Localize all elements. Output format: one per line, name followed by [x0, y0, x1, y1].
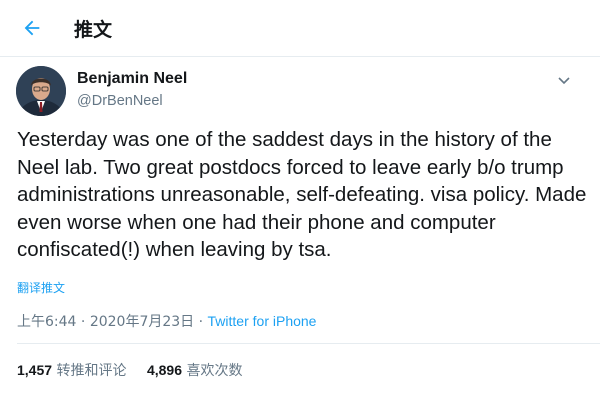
tweet-metadata: 上午6:44 · 2020年7月23日 · Twitter for iPhone	[17, 311, 316, 331]
meta-separator: ·	[198, 314, 204, 330]
back-button[interactable]	[18, 14, 46, 42]
divider	[17, 343, 600, 344]
author-handle[interactable]: @DrBenNeel	[77, 93, 163, 109]
tweet-time[interactable]: 上午6:44	[17, 314, 76, 330]
tweet-date[interactable]: 2020年7月23日	[90, 314, 194, 330]
more-options-button[interactable]	[556, 72, 572, 88]
page-title: 推文	[74, 19, 113, 41]
likes-count: 4,896	[146, 362, 182, 378]
top-bar: 推文	[0, 0, 600, 57]
tweet-text: Yesterday was one of the saddest days in…	[17, 128, 587, 261]
back-arrow-icon	[24, 20, 40, 36]
chevron-down-icon	[558, 77, 570, 85]
translate-tweet-link[interactable]: 翻译推文	[17, 279, 65, 296]
tweet-client-link[interactable]: Twitter for iPhone	[208, 313, 317, 329]
retweets-stat[interactable]: 1,457 转推和评论	[17, 362, 131, 379]
likes-label: 喜欢次数	[186, 363, 243, 379]
retweets-label: 转推和评论	[56, 363, 127, 379]
author-name[interactable]: Benjamin Neel	[77, 70, 187, 88]
avatar-image	[16, 66, 66, 116]
retweets-count: 1,457	[17, 362, 53, 378]
tweet-stats: 1,457 转推和评论 4,896 喜欢次数	[17, 360, 258, 380]
likes-stat[interactable]: 4,896 喜欢次数	[146, 362, 243, 379]
meta-separator: ·	[80, 314, 86, 330]
avatar[interactable]	[16, 66, 66, 116]
